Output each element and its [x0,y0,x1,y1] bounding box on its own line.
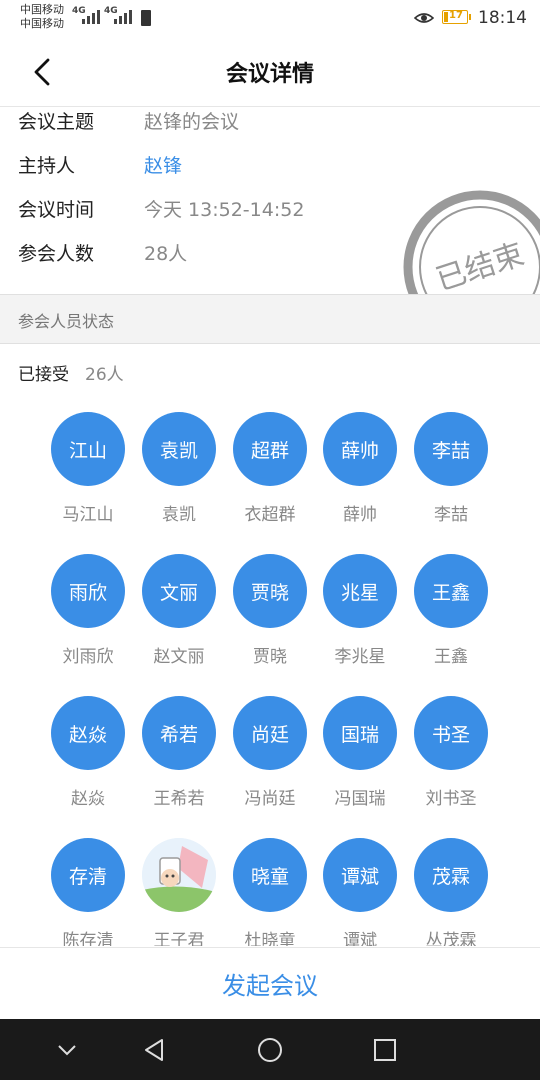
member-name: 冯尚廷 [244,789,296,809]
signal-icon [114,8,132,24]
nav-home-icon[interactable] [255,1035,285,1065]
accepted-label: 已接受 [18,365,69,385]
stamp-text: 已结束 [432,237,528,297]
member-item[interactable]: 茂霖 丛茂霖 [406,824,496,946]
member-item[interactable]: 袁凯 袁凯 [134,398,224,528]
page-title: 会议详情 [225,62,314,87]
signal-icon [82,8,100,24]
member-name: 薛帅 [343,505,377,525]
avatar: 兆星 [323,554,397,628]
carrier-1: 中国移动 [20,3,64,16]
accepted-count: 26人 [85,365,124,385]
member-item[interactable]: 李喆 李喆 [406,398,496,528]
avatar: 雨欣 [51,554,125,628]
member-item[interactable]: 存清 陈存清 [43,824,133,946]
section-title: 参会人员状态 [18,312,115,331]
avatar: 国瑞 [323,696,397,770]
member-name: 贾晓 [253,647,287,667]
nav-down-icon[interactable] [52,1035,82,1065]
carrier-2: 中国移动 [20,17,64,30]
time-value: 今天 13:52-14:52 [144,199,305,221]
battery-level: 17 [449,10,463,21]
member-item[interactable]: 贾晓 贾晓 [225,540,315,670]
avatar: 超群 [233,412,307,486]
avatar: 薛帅 [323,412,397,486]
avatar: 希若 [142,696,216,770]
meeting-info: 会议主题 赵锋的会议 主持人 赵锋 会议时间 今天 13:52-14:52 参会… [0,107,540,297]
member-name: 王希若 [153,789,205,809]
member-item[interactable]: 尚廷 冯尚廷 [225,682,315,812]
member-item[interactable]: 晓童 杜晓童 [225,824,315,946]
member-item[interactable]: 王子君 [134,824,224,946]
accepted-summary: 已接受 26人 [18,360,124,385]
member-name: 王鑫 [434,647,468,667]
member-name: 刘书圣 [425,789,477,809]
bottom-bar: 发起会议 [0,947,540,1020]
eye-comfort-icon [414,13,434,23]
member-name: 袁凯 [162,505,196,525]
subject-label: 会议主题 [18,111,95,133]
system-nav-bar [0,1019,540,1080]
member-item[interactable]: 文丽 赵文丽 [134,540,224,670]
avatar-photo [142,838,216,912]
member-name: 陈存清 [62,931,114,946]
member-item[interactable]: 超群 衣超群 [225,398,315,528]
status-bar: 中国移动 中国移动 4G 4G 17 18:14 [0,0,540,38]
avatar: 王鑫 [414,554,488,628]
member-name: 马江山 [62,505,114,525]
member-item[interactable]: 谭斌 谭斌 [315,824,405,946]
member-name: 李喆 [434,505,468,525]
member-name: 冯国瑞 [334,789,386,809]
avatar: 江山 [51,412,125,486]
member-name: 杜晓童 [244,931,296,946]
avatar: 茂霖 [414,838,488,912]
carrier-labels: 中国移动 中国移动 [20,3,64,31]
member-name: 刘雨欣 [62,647,114,667]
avatar: 存清 [51,838,125,912]
member-name: 谭斌 [343,931,377,946]
member-name: 李兆星 [334,647,386,667]
avatar: 贾晓 [233,554,307,628]
count-value: 28人 [144,243,188,265]
member-name: 衣超群 [244,505,296,525]
count-label: 参会人数 [18,243,95,265]
avatar: 晓童 [233,838,307,912]
member-grid: 江山 马江山 袁凯 袁凯 超群 衣超群 薛帅 薛帅 李喆 李喆 雨欣 刘雨欣 文丽 赵文丽 贾晓 贾晓 兆星 李兆… [0,398,540,946]
ended-stamp: 已结束 [400,185,540,297]
member-name: 王子君 [153,931,205,946]
member-name: 赵焱 [71,789,105,809]
member-item[interactable]: 书圣 刘书圣 [406,682,496,812]
member-item[interactable]: 兆星 李兆星 [315,540,405,670]
avatar: 赵焱 [51,696,125,770]
app-header: 会议详情 [0,38,540,107]
member-item[interactable]: 薛帅 薛帅 [315,398,405,528]
avatar: 谭斌 [323,838,397,912]
start-meeting-button[interactable]: 发起会议 [0,966,540,1001]
member-item[interactable]: 江山 马江山 [43,398,133,528]
subject-value: 赵锋的会议 [144,111,240,133]
participants-section-header: 参会人员状态 [0,294,540,344]
member-item[interactable]: 希若 王希若 [134,682,224,812]
member-item[interactable]: 国瑞 冯国瑞 [315,682,405,812]
member-item[interactable]: 雨欣 刘雨欣 [43,540,133,670]
avatar: 袁凯 [142,412,216,486]
host-label: 主持人 [18,155,76,177]
avatar: 尚廷 [233,696,307,770]
member-name: 丛茂霖 [425,931,477,946]
avatar: 李喆 [414,412,488,486]
member-item[interactable]: 赵焱 赵焱 [43,682,133,812]
time-label: 会议时间 [18,199,95,221]
avatar: 文丽 [142,554,216,628]
avatar: 书圣 [414,696,488,770]
nav-recents-icon[interactable] [370,1035,400,1065]
member-item[interactable]: 王鑫 王鑫 [406,540,496,670]
member-name: 赵文丽 [153,647,205,667]
battery-icon: 17 [442,10,471,24]
small-battery-icon [141,10,151,26]
nav-back-icon[interactable] [140,1035,170,1065]
host-link[interactable]: 赵锋 [144,151,182,181]
clock: 18:14 [478,8,527,28]
